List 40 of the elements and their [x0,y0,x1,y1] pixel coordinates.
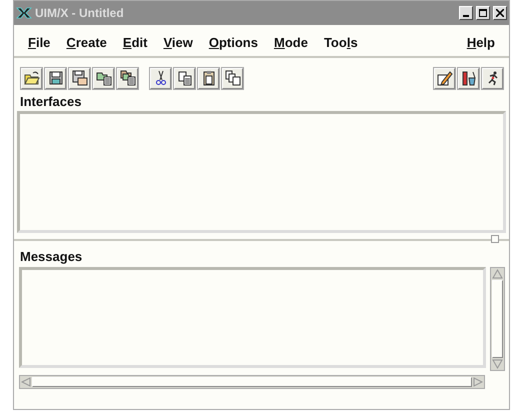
sash-handle[interactable] [491,235,499,243]
toolbar-button[interactable] [434,68,455,88]
menu-item[interactable]: Edit [114,32,156,52]
toolbar-button[interactable] [21,68,42,88]
folder-icon [24,70,40,86]
toolbar-button[interactable] [198,68,219,88]
documents-icon [224,70,240,86]
toolbar-button[interactable] [45,68,66,88]
menu-item[interactable]: Help [458,32,503,52]
menu-item[interactable]: Tools [316,32,366,52]
toolbar-button[interactable] [117,68,138,88]
section-label: Messages [19,249,84,264]
pencil-icon [436,70,452,86]
maximize-icon [479,9,487,17]
minimize-button[interactable] [459,6,473,20]
toolbar-button[interactable] [69,68,90,88]
clipboard-icon [200,70,216,86]
menu-item[interactable]: Mode [266,32,316,52]
maximize-button[interactable] [476,6,490,20]
folder-document-icon [96,70,112,86]
x-logo-icon [16,7,32,19]
floppy-icon [72,70,88,86]
menu-item[interactable]: View [155,32,201,52]
toolbar-button[interactable] [93,68,114,88]
folders-document-icon [120,70,136,86]
toolbar-button[interactable] [482,68,503,88]
menu-item[interactable]: Create [58,32,115,52]
close-icon [496,9,504,17]
menu-item[interactable]: File [20,32,58,52]
toolbar-button[interactable] [458,68,479,88]
menu-item[interactable]: Options [200,32,266,52]
test-tube-icon [460,70,476,86]
close-button[interactable] [493,6,507,20]
floppy-icon [48,70,64,86]
section-label: Interfaces [19,94,82,109]
copy-icon [176,70,192,86]
window-title: UIM/X - Untitled [35,6,125,20]
toolbar-button[interactable] [222,68,243,88]
toolbar-button[interactable] [150,68,171,88]
toolbar-button[interactable] [174,68,195,88]
